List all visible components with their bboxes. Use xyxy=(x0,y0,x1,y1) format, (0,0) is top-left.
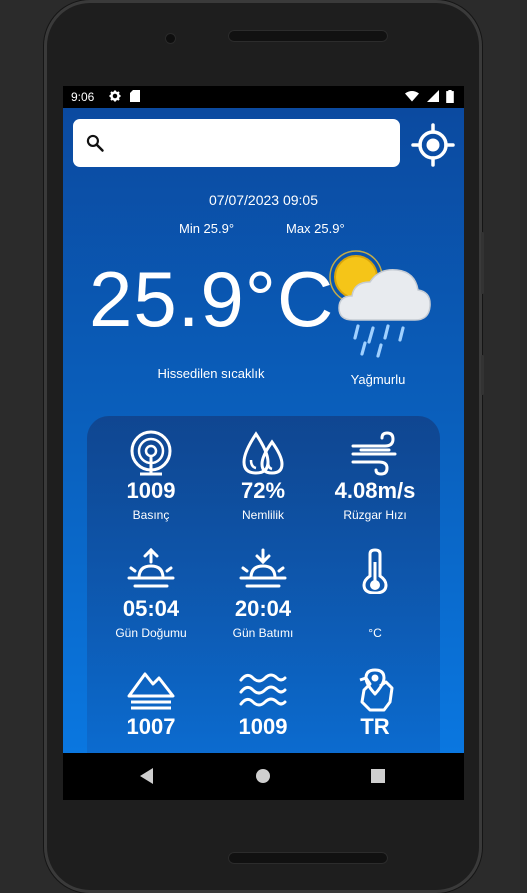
thermometer-icon xyxy=(362,548,388,594)
wind-label: Rüzgar Hızı xyxy=(343,508,407,522)
sunset-icon xyxy=(239,548,287,588)
wind-icon xyxy=(351,431,397,476)
pressure-value: 1009 xyxy=(126,478,176,503)
country-cell: TR xyxy=(316,666,434,744)
pressure-cell: 1009 Basınç xyxy=(92,430,210,522)
pressure-gauge-icon xyxy=(130,430,172,476)
wind-cell: 4.08m/s Rüzgar Hızı xyxy=(316,430,434,522)
back-button[interactable] xyxy=(137,766,157,786)
phone-screen: 9:06 07/07/2023 09:05 Min 25.9° Max 25.9… xyxy=(63,86,464,800)
search-input[interactable] xyxy=(113,129,392,159)
country-value: TR xyxy=(360,714,390,739)
current-temperature: 25.9°C xyxy=(89,255,335,343)
sunset-value: 20:04 xyxy=(234,596,292,621)
settings-gear-icon xyxy=(109,90,121,102)
current-datetime: 07/07/2023 09:05 xyxy=(209,192,318,208)
pressure-label: Basınç xyxy=(132,508,170,522)
sea-level-cell: 1009 xyxy=(204,666,322,744)
status-left-icons xyxy=(109,90,141,104)
sunset-cell: 20:04 Gün Batımı xyxy=(204,548,322,640)
sea-level-value: 1009 xyxy=(238,714,288,739)
weather-details-card: 1009 Basınç 72% Nemlilik 4.08m/s Rüzgar … xyxy=(87,416,440,753)
wifi-icon xyxy=(405,91,420,102)
max-temperature: Max 25.9° xyxy=(286,221,345,236)
mountain-icon xyxy=(127,672,175,710)
battery-icon xyxy=(446,90,454,103)
my-location-button[interactable] xyxy=(411,123,455,167)
bottom-speaker xyxy=(228,852,388,864)
humidity-value: 72% xyxy=(240,478,286,503)
feels-like-unit: °C xyxy=(368,626,382,640)
signal-icon xyxy=(426,90,439,102)
search-icon xyxy=(86,134,104,152)
sunrise-value: 05:04 xyxy=(122,596,180,621)
search-box[interactable] xyxy=(73,119,400,167)
status-bar: 9:06 xyxy=(63,86,464,108)
status-right-icons xyxy=(405,90,454,104)
front-camera xyxy=(166,34,175,43)
sun-cloud-rain-icon xyxy=(329,250,431,358)
status-time: 9:06 xyxy=(71,90,95,104)
home-button[interactable] xyxy=(253,766,273,786)
feels-like-value xyxy=(316,596,434,624)
sunset-label: Gün Batımı xyxy=(232,626,294,640)
recents-button[interactable] xyxy=(368,766,388,786)
power-button xyxy=(481,355,484,395)
map-pin-icon xyxy=(359,668,394,712)
humidity-cell: 72% Nemlilik xyxy=(204,430,322,522)
wind-value: 4.08m/s xyxy=(334,478,416,503)
navigation-bar xyxy=(63,753,464,800)
weather-app: 07/07/2023 09:05 Min 25.9° Max 25.9° 25.… xyxy=(63,108,464,753)
sd-card-icon xyxy=(130,90,141,102)
humidity-label: Nemlilik xyxy=(242,508,284,522)
earpiece-speaker xyxy=(228,30,388,42)
sunrise-cell: 05:04 Gün Doğumu xyxy=(92,548,210,640)
sunrise-label: Gün Doğumu xyxy=(115,626,187,640)
ground-level-cell: 1007 xyxy=(92,666,210,744)
waves-icon xyxy=(239,673,287,707)
feels-like-label: Hissedilen sıcaklık xyxy=(157,366,265,381)
droplets-icon xyxy=(242,431,284,475)
sunrise-icon xyxy=(127,548,175,588)
volume-button xyxy=(481,232,484,294)
feels-like-cell: °C xyxy=(316,548,434,640)
weather-condition: Yağmurlu xyxy=(350,372,406,387)
min-temperature: Min 25.9° xyxy=(179,221,235,236)
ground-level-value: 1007 xyxy=(126,714,176,739)
